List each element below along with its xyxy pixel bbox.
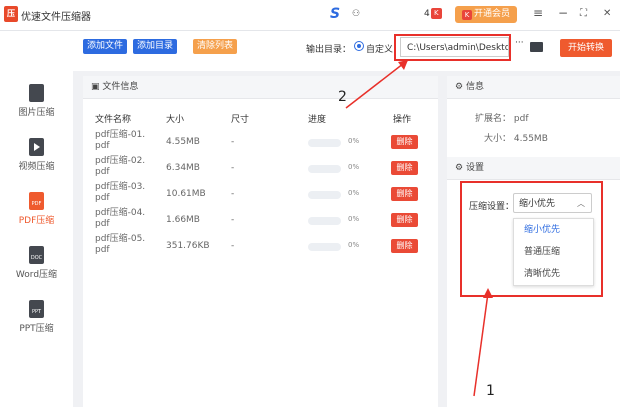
arrow-line-2 — [345, 59, 409, 109]
annotation-arrows — [345, 59, 493, 397]
arrow-head-2 — [398, 60, 408, 70]
annotation-number-1: 1 — [486, 383, 495, 399]
arrow-line-1 — [473, 292, 489, 397]
annotation-number-2: 2 — [338, 89, 347, 105]
arrow-head-1 — [483, 288, 493, 298]
